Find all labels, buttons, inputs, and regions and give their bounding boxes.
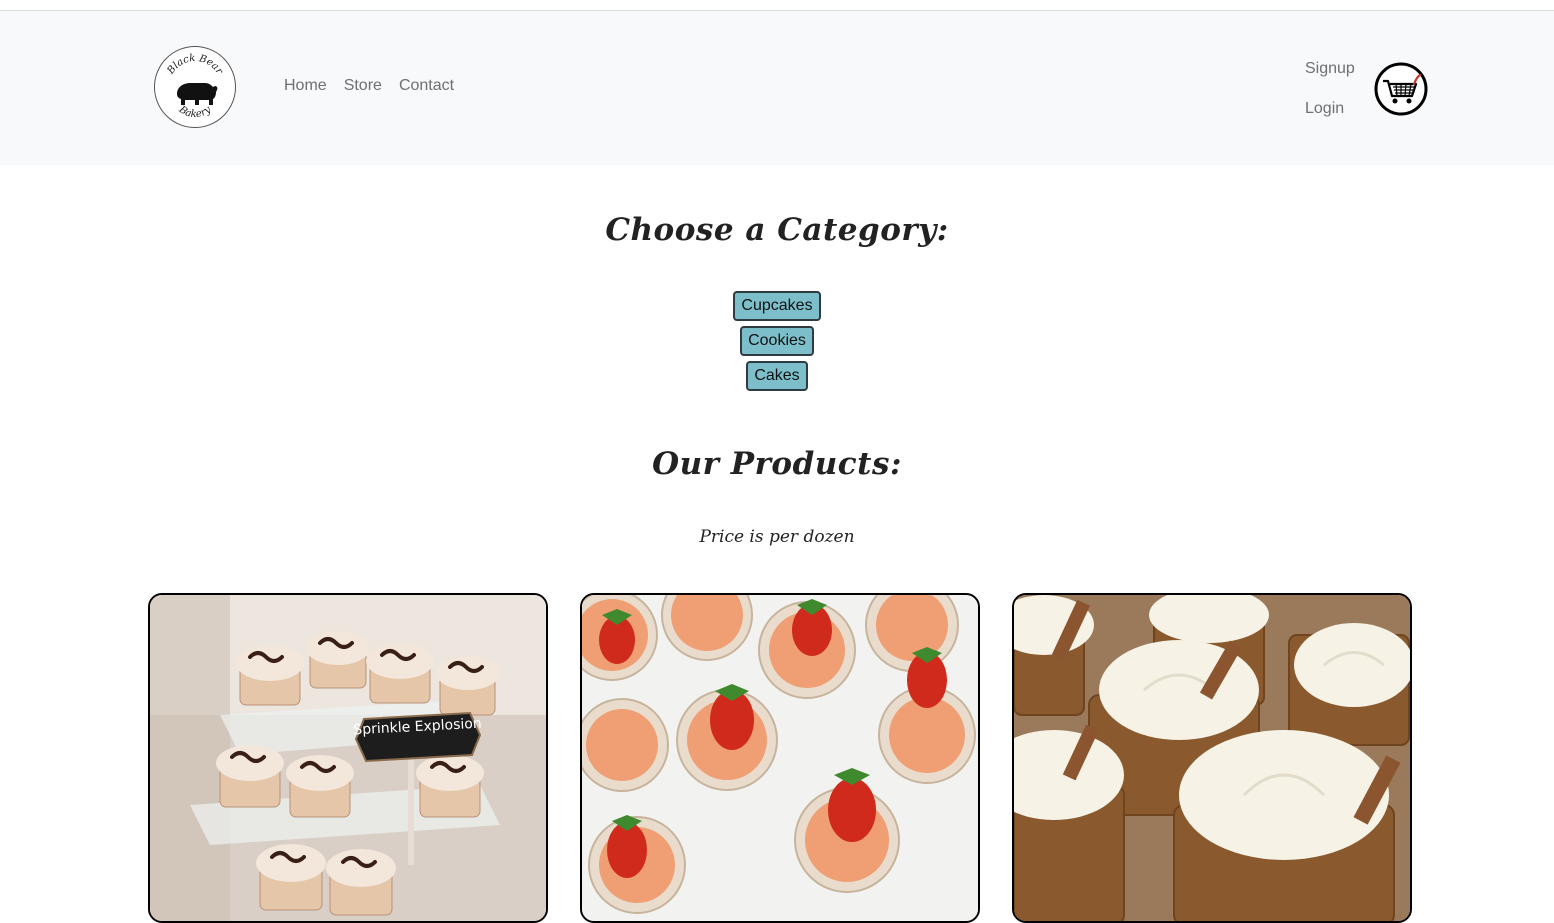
cakes-category-button[interactable]: Cakes bbox=[746, 361, 808, 391]
price-note: Price is per dozen bbox=[699, 527, 855, 547]
bear-logo-icon: Black Bear Bakery bbox=[165, 53, 225, 120]
category-button-group: Cupcakes Cookies Cakes bbox=[0, 291, 1554, 391]
shopping-cart-icon bbox=[1374, 62, 1428, 116]
svg-text:Black Bear: Black Bear bbox=[165, 53, 225, 77]
svg-text:Bakery: Bakery bbox=[176, 104, 213, 120]
products-heading: Our Products: bbox=[652, 446, 902, 482]
login-link[interactable]: Login bbox=[1305, 99, 1355, 119]
nav-store-link[interactable]: Store bbox=[344, 77, 382, 95]
product-image bbox=[1014, 595, 1410, 921]
nav-home-link[interactable]: Home bbox=[284, 77, 327, 95]
cupcakes-category-button[interactable]: Cupcakes bbox=[733, 291, 821, 321]
bakery-logo[interactable]: Black Bear Bakery bbox=[154, 46, 236, 128]
auth-links: Signup Login bbox=[1305, 59, 1355, 119]
product-card[interactable]: Sprinkle Explosion bbox=[148, 593, 548, 923]
navbar: Black Bear Bakery Home Store Contact Sig… bbox=[0, 11, 1554, 165]
product-image bbox=[582, 595, 978, 921]
nav-contact-link[interactable]: Contact bbox=[399, 77, 454, 95]
product-image: Sprinkle Explosion bbox=[150, 595, 546, 921]
category-heading: Choose a Category: bbox=[605, 212, 949, 248]
product-card[interactable] bbox=[1012, 593, 1412, 923]
cookies-category-button[interactable]: Cookies bbox=[740, 326, 814, 356]
product-card[interactable] bbox=[580, 593, 980, 923]
main-nav: Home Store Contact bbox=[284, 77, 454, 95]
signup-link[interactable]: Signup bbox=[1305, 59, 1355, 79]
cart-button[interactable] bbox=[1374, 62, 1428, 116]
